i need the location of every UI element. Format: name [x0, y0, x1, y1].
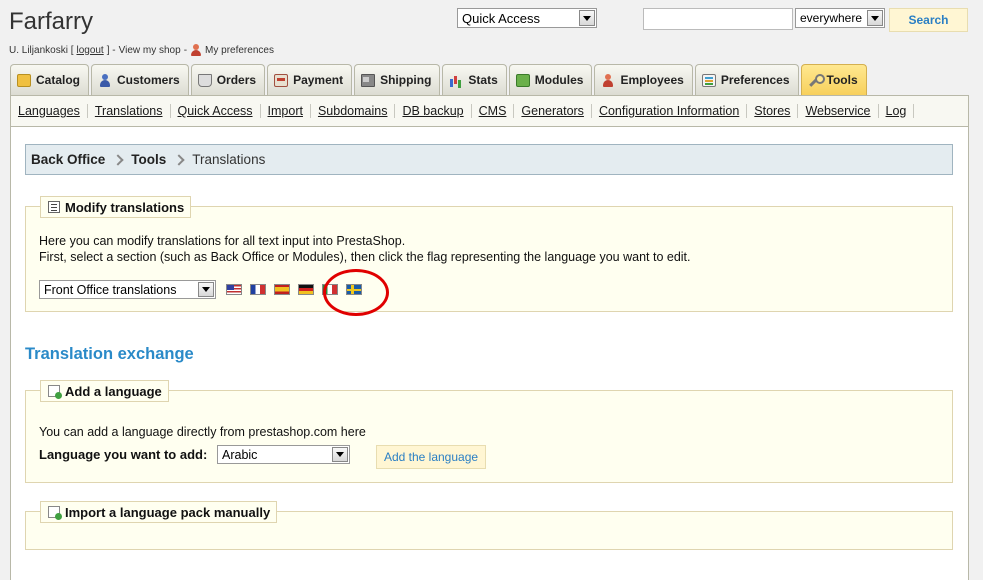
- de-flag-icon[interactable]: [298, 284, 314, 295]
- quick-access-value: Quick Access: [462, 10, 541, 26]
- subnav-configuration-information[interactable]: Configuration Information: [592, 104, 748, 118]
- tab-catalog[interactable]: Catalog: [10, 64, 90, 95]
- modify-line-2: First, select a section (such as Back Of…: [39, 250, 691, 264]
- breadcrumb: Back Office Tools Translations: [25, 144, 953, 175]
- tab-employees[interactable]: Employees: [594, 64, 693, 95]
- subnav-quick-access[interactable]: Quick Access: [171, 104, 261, 118]
- language-select-value: Arabic: [222, 447, 258, 462]
- tab-label: Preferences: [720, 73, 790, 87]
- employees-icon: [601, 73, 615, 87]
- search-button[interactable]: Search: [889, 8, 968, 32]
- truck-icon: [361, 73, 376, 87]
- tab-modules[interactable]: Modules: [508, 64, 593, 95]
- document-icon: [48, 201, 60, 213]
- user-name: U. Liljankoski [: [9, 44, 74, 56]
- payment-icon: [274, 73, 289, 87]
- tab-orders[interactable]: Orders: [190, 64, 266, 95]
- subnav-subdomains[interactable]: Subdomains: [311, 104, 396, 118]
- breadcrumb-back-office[interactable]: Back Office: [31, 152, 105, 167]
- tab-label: Modules: [534, 73, 584, 87]
- us-flag-icon[interactable]: [226, 284, 242, 295]
- shop-name: Farfarry: [9, 8, 93, 35]
- document-add-icon: [48, 506, 62, 520]
- add-language-panel: Add a language You can add a language di…: [25, 380, 953, 483]
- modify-line-1: Here you can modify translations for all…: [39, 234, 406, 248]
- stats-icon: [449, 74, 463, 87]
- modify-description: Here you can modify translations for all…: [39, 233, 691, 265]
- puzzle-icon: [515, 73, 530, 87]
- translation-exchange-title: Translation exchange: [25, 345, 194, 363]
- tab-label: Catalog: [36, 73, 81, 87]
- tab-label: Tools: [826, 73, 858, 87]
- subnav-translations[interactable]: Translations: [88, 104, 171, 118]
- preferences-link[interactable]: My preferences: [205, 45, 274, 56]
- tab-label: Shipping: [380, 73, 432, 87]
- view-shop-sep: -: [183, 44, 188, 56]
- subnav-import[interactable]: Import: [261, 104, 311, 118]
- subnav-stores[interactable]: Stores: [747, 104, 799, 118]
- fr-flag-icon[interactable]: [250, 284, 266, 295]
- chevron-down-icon: [198, 282, 214, 297]
- subnav-cms[interactable]: CMS: [472, 104, 515, 118]
- tab-payment[interactable]: Payment: [267, 64, 353, 95]
- modify-translations-legend: Modify translations: [40, 196, 192, 218]
- tab-label: Stats: [468, 73, 498, 87]
- tab-label: Orders: [216, 73, 257, 87]
- chevron-down-icon: [579, 10, 595, 26]
- tab-stats[interactable]: Stats: [442, 64, 507, 95]
- document-add-icon: [48, 385, 62, 399]
- search-scope-value: everywhere: [800, 11, 863, 25]
- chevron-right-icon: [112, 153, 124, 166]
- logout-link[interactable]: logout: [76, 45, 103, 56]
- add-language-label: Language you want to add:: [39, 447, 208, 462]
- import-language-pack-title: Import a language pack manually: [65, 504, 271, 520]
- folder-icon: [17, 73, 31, 87]
- breadcrumb-tools[interactable]: Tools: [131, 152, 166, 167]
- chevron-right-icon: [173, 153, 185, 166]
- wrench-icon: [808, 73, 825, 87]
- preferences-icon: [701, 73, 716, 87]
- add-language-button[interactable]: Add the language: [376, 445, 486, 469]
- import-language-pack-panel: Import a language pack manually: [25, 501, 953, 550]
- tab-label: Customers: [117, 73, 180, 87]
- subnav-languages[interactable]: Languages: [11, 104, 88, 118]
- section-select-value: Front Office translations: [44, 282, 177, 297]
- subnav-generators[interactable]: Generators: [514, 104, 592, 118]
- import-language-pack-legend: Import a language pack manually: [40, 501, 278, 523]
- subnav-webservice[interactable]: Webservice: [798, 104, 879, 118]
- tab-label: Employees: [620, 73, 684, 87]
- search-scope-select[interactable]: everywhere: [795, 8, 885, 28]
- language-select[interactable]: Arabic: [217, 445, 350, 464]
- view-shop-link[interactable]: View my shop: [119, 45, 181, 56]
- search-input[interactable]: [643, 8, 793, 30]
- main-tabs: Catalog Customers Orders Payment Shippin…: [10, 64, 867, 95]
- modify-translations-title: Modify translations: [65, 199, 185, 215]
- tab-label: Payment: [293, 73, 344, 87]
- tab-tools[interactable]: Tools: [800, 64, 867, 95]
- breadcrumb-current: Translations: [192, 152, 266, 167]
- tab-customers[interactable]: Customers: [91, 64, 189, 95]
- tab-shipping[interactable]: Shipping: [354, 64, 441, 95]
- user-line: U. Liljankoski [ logout ] - View my shop…: [9, 44, 274, 56]
- add-language-title: Add a language: [65, 383, 162, 399]
- add-language-legend: Add a language: [40, 380, 169, 402]
- highlight-circle: [323, 269, 389, 316]
- chevron-down-icon: [867, 10, 883, 26]
- add-language-description: You can add a language directly from pre…: [39, 425, 366, 439]
- subnav-db-backup[interactable]: DB backup: [395, 104, 472, 118]
- chevron-down-icon: [332, 447, 348, 462]
- customers-icon: [98, 73, 112, 87]
- person-icon: [190, 44, 202, 56]
- quick-access-select[interactable]: Quick Access: [457, 8, 597, 28]
- user-sep: ] -: [106, 44, 116, 56]
- sub-navigation: Languages Translations Quick Access Impo…: [10, 95, 969, 127]
- es-flag-icon[interactable]: [274, 284, 290, 295]
- tab-preferences[interactable]: Preferences: [694, 64, 799, 95]
- cart-icon: [197, 73, 212, 87]
- subnav-log[interactable]: Log: [879, 104, 915, 118]
- translation-section-select[interactable]: Front Office translations: [39, 280, 216, 299]
